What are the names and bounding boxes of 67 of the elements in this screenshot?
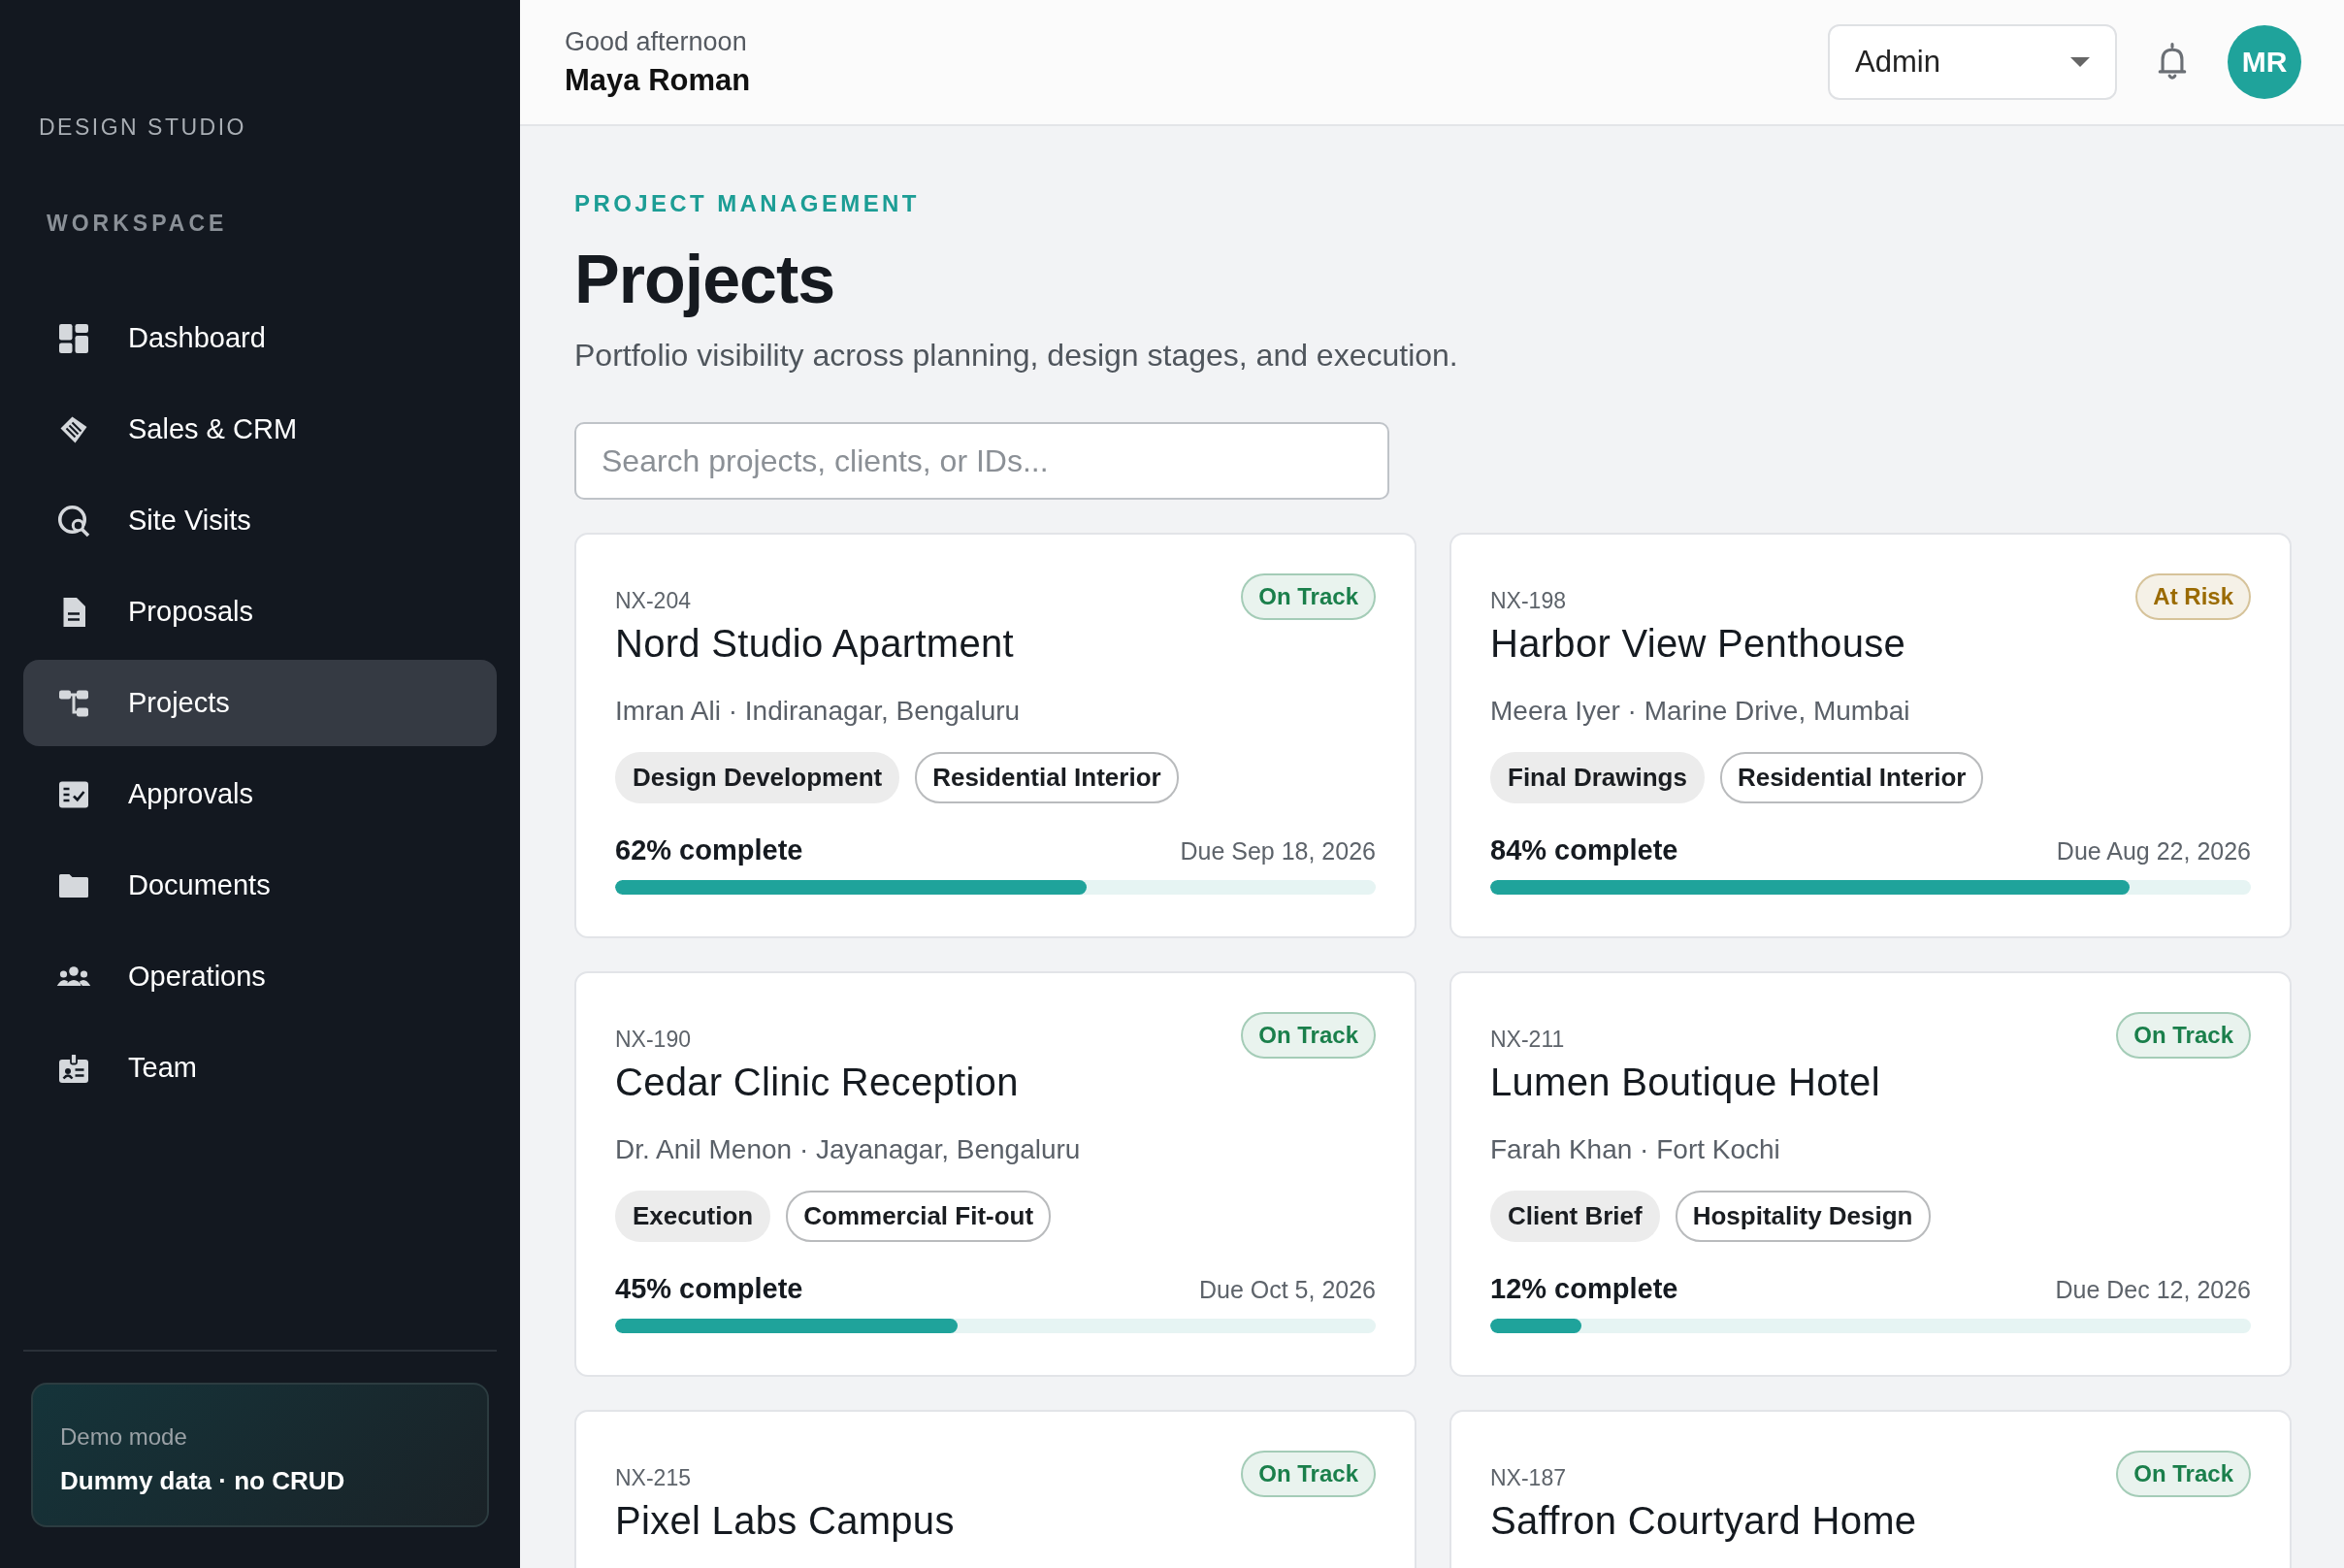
project-tag: Residential Interior: [915, 752, 1179, 803]
project-card[interactable]: NX-204 On Track Nord Studio Apartment Imran Ali · Indiranagar, Bengaluru Design Development Residential Interior 62% complete Due Sep 18, 2026: [574, 533, 1416, 938]
project-tag: Design Development: [615, 752, 900, 803]
brand-name: DESIGN STUDIO: [39, 114, 247, 141]
due-date: Due Dec 12, 2026: [2055, 1276, 2251, 1304]
project-tag: Residential Interior: [1719, 752, 1984, 803]
status-badge: On Track: [1241, 1451, 1376, 1497]
project-title: Cedar Clinic Reception: [615, 1061, 1020, 1103]
status-badge: On Track: [2116, 1451, 2251, 1497]
search-field[interactable]: Search projects, clients, or IDs...: [574, 422, 1389, 500]
project-title: Lumen Boutique Hotel: [1490, 1061, 1881, 1103]
project-id: NX-215: [615, 1464, 691, 1491]
project-card[interactable]: NX-190 On Track Cedar Clinic Reception Dr. Anil Menon · Jayanagar, Bengaluru Execution Commercial Fit-out 45% complete Due Oct 5, 2026: [574, 971, 1416, 1377]
page-title: Projects: [574, 241, 836, 318]
project-id: NX-190: [615, 1026, 691, 1053]
project-tag: Hospitality Design: [1675, 1191, 1931, 1242]
project-id: NX-198: [1490, 587, 1566, 614]
client-location: Farah Khan · Fort Kochi: [1490, 1134, 1781, 1165]
project-id: NX-204: [615, 587, 691, 614]
role-dropdown[interactable]: Admin: [1828, 24, 2117, 100]
client-location: Dr. Anil Menon · Jayanagar, Bengaluru: [615, 1134, 1082, 1165]
sidebar-item[interactable]: Dashboard: [23, 295, 497, 381]
sidebar-item[interactable]: Site Visits: [23, 477, 497, 564]
client-location: Meera Iyer · Marine Drive, Mumbai: [1490, 696, 1911, 727]
user-name: Maya Roman: [565, 62, 751, 98]
project-title: Nord Studio Apartment: [615, 622, 1015, 665]
project-title: Pixel Labs Campus: [615, 1499, 956, 1542]
progress-label: 62% complete: [615, 834, 803, 866]
sidebar-item[interactable]: Sales & CRM: [23, 386, 497, 473]
sidebar-item[interactable]: Team: [23, 1025, 497, 1111]
demo-label: Demo mode: [60, 1423, 188, 1451]
due-date: Due Oct 5, 2026: [1198, 1276, 1376, 1304]
project-card[interactable]: NX-215 On Track Pixel Labs Campus: [574, 1410, 1416, 1568]
demo-text: Dummy data · no CRUD: [60, 1466, 346, 1496]
sidebar-item[interactable]: Approvals: [23, 751, 497, 837]
project-id: NX-211: [1490, 1026, 1565, 1053]
progress-label: 45% complete: [615, 1273, 803, 1305]
page-eyebrow: PROJECT MANAGEMENT: [574, 190, 921, 217]
project-tag: Commercial Fit-out: [786, 1191, 1052, 1242]
client-location: Imran Ali · Indiranagar, Bengaluru: [615, 696, 1022, 727]
status-badge: On Track: [2116, 1012, 2251, 1059]
project-title: Saffron Courtyard Home: [1490, 1499, 1918, 1542]
status-badge: At Risk: [2135, 573, 2251, 620]
project-card[interactable]: NX-187 On Track Saffron Courtyard Home: [1449, 1410, 2292, 1568]
sidebar-item[interactable]: Documents: [23, 842, 497, 929]
sidebar-item[interactable]: Proposals: [23, 569, 497, 655]
due-date: Due Sep 18, 2026: [1180, 837, 1376, 866]
progress-label: 12% complete: [1490, 1273, 1678, 1305]
status-badge: On Track: [1241, 573, 1376, 620]
section-label: WORKSPACE: [47, 211, 229, 237]
project-title: Harbor View Penthouse: [1490, 622, 1907, 665]
notification-bell-icon[interactable]: [2156, 43, 2189, 82]
globe-search-icon: [56, 503, 91, 539]
sidebar-item[interactable]: Operations: [23, 933, 497, 1020]
caret-icon: [2070, 57, 2090, 67]
project-tag: Execution: [615, 1191, 771, 1242]
project-id: NX-187: [1490, 1464, 1566, 1491]
project-card[interactable]: NX-198 At Risk Harbor View Penthouse Meera Iyer · Marine Drive, Mumbai Final Drawings Residential Interior 84% complete Due Aug 22, 2026: [1449, 533, 2292, 938]
due-date: Due Aug 22, 2026: [2056, 837, 2251, 866]
project-tag: Client Brief: [1490, 1191, 1660, 1242]
project-card[interactable]: NX-211 On Track Lumen Boutique Hotel Farah Khan · Fort Kochi Client Brief Hospitality Design 12% complete Due Dec 12, 2026: [1449, 971, 2292, 1377]
greeting: Good afternoon: [565, 26, 748, 57]
project-tag: Final Drawings: [1490, 752, 1705, 803]
progress-label: 84% complete: [1490, 834, 1678, 866]
sidebar-item[interactable]: Projects: [23, 660, 497, 746]
status-badge: On Track: [1241, 1012, 1376, 1059]
page-subtitle: Portfolio visibility across planning, design stages, and execution.: [574, 338, 1459, 374]
